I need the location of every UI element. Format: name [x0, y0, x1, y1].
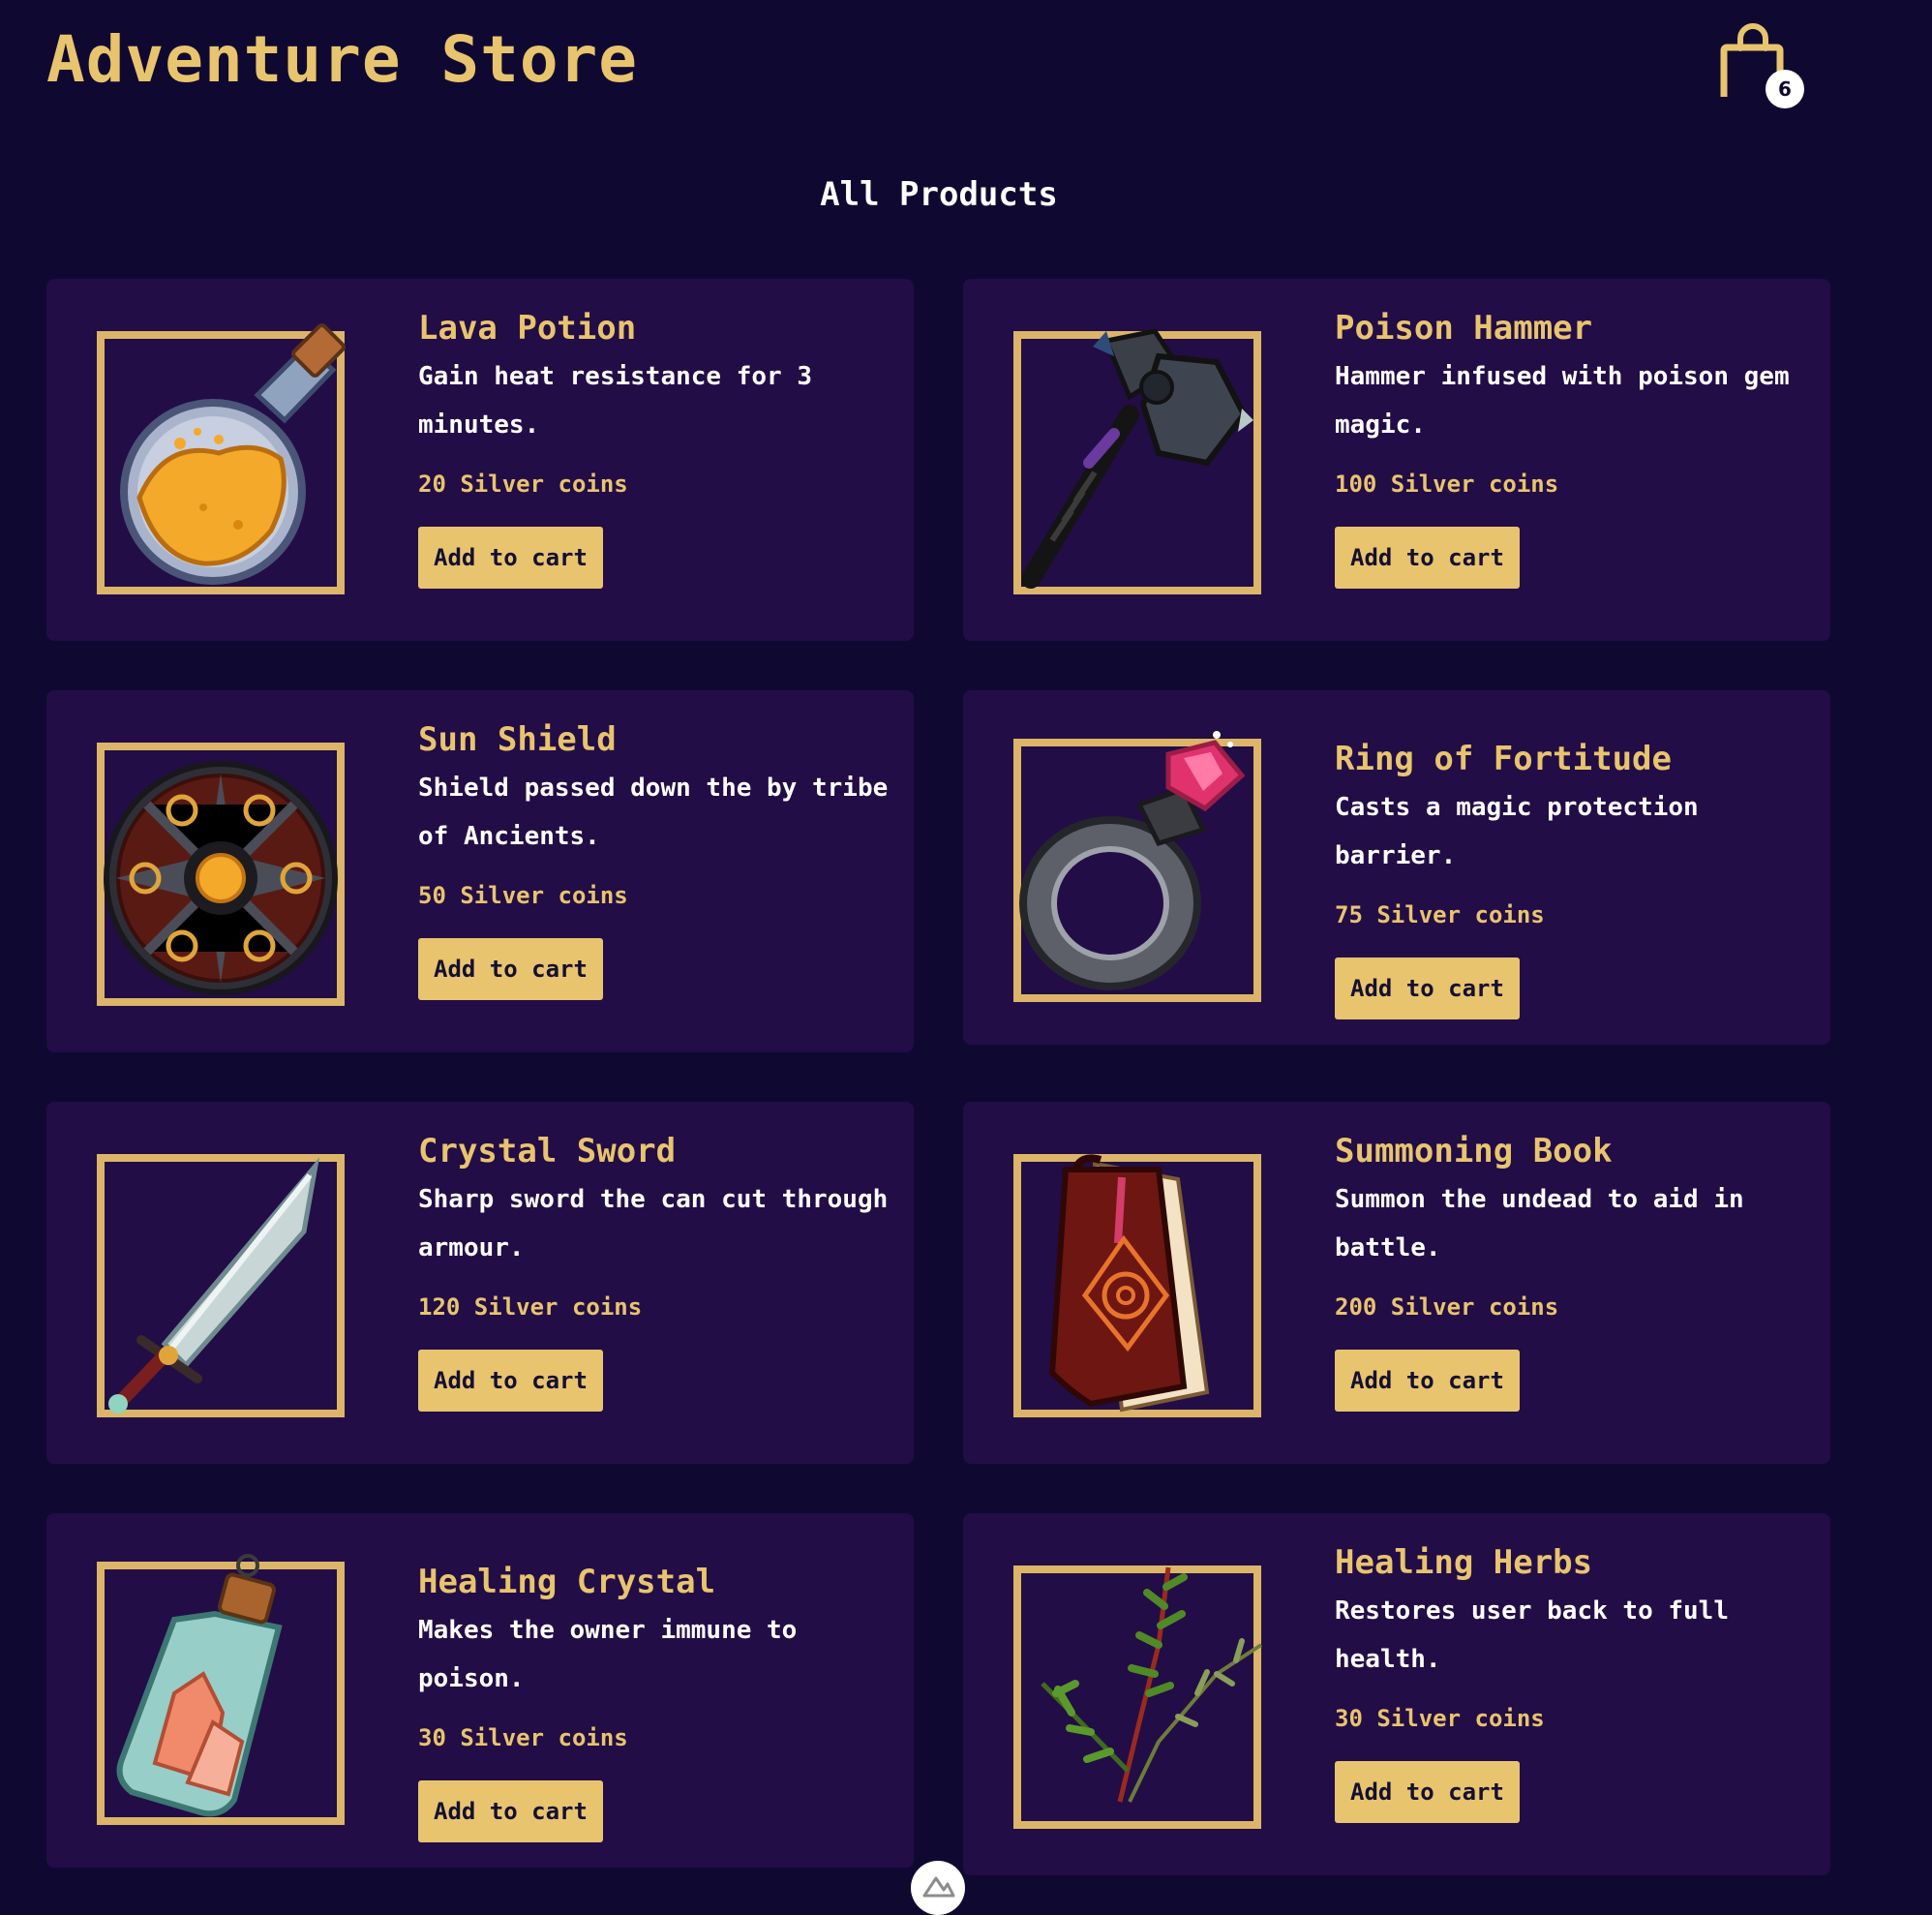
store-title: Adventure Store	[46, 22, 639, 97]
add-to-cart-button[interactable]: Add to cart	[418, 1350, 603, 1412]
summoning-book-icon	[1048, 1154, 1210, 1413]
product-card-poison-hammer: Poison Hammer Hammer infused with poison…	[963, 279, 1830, 641]
product-card-crystal-sword: Crystal Sword Sharp sword the can cut th…	[46, 1102, 914, 1464]
healing-herbs-icon	[1041, 1566, 1263, 1803]
product-card-healing-crystal: Healing Crystal Makes the owner immune t…	[46, 1513, 914, 1868]
product-card-ring-of-fortitude: Ring of Fortitude Casts a magic protecti…	[963, 690, 1830, 1045]
product-price: 20 Silver coins	[418, 471, 628, 498]
product-price: 50 Silver coins	[418, 882, 628, 909]
product-price: 120 Silver coins	[418, 1293, 643, 1321]
add-to-cart-button[interactable]: Add to cart	[1335, 527, 1520, 589]
product-name: Poison Hammer	[1335, 309, 1593, 348]
add-to-cart-button[interactable]: Add to cart	[1335, 1761, 1520, 1823]
lava-potion-icon	[120, 323, 346, 585]
product-card-lava-potion: Lava Potion Gain heat resistance for 3 m…	[46, 279, 914, 641]
floating-action-button[interactable]	[911, 1861, 965, 1915]
product-name: Healing Crystal	[418, 1563, 716, 1601]
healing-crystal-icon	[116, 1554, 283, 1817]
crystal-sword-icon	[108, 1157, 320, 1413]
product-description: Casts a magic protection barrier.	[1335, 793, 1699, 870]
mountain-logo-icon	[922, 1876, 955, 1898]
product-card-summoning-book: Summoning Book Summon the undead to aid …	[963, 1102, 1830, 1464]
add-to-cart-button[interactable]: Add to cart	[418, 938, 603, 1000]
ring-icon	[1019, 731, 1246, 990]
sun-shield-icon	[104, 761, 338, 995]
product-description: Makes the owner immune to poison.	[418, 1616, 798, 1693]
add-to-cart-button[interactable]: Add to cart	[418, 1780, 603, 1842]
add-to-cart-button[interactable]: Add to cart	[418, 527, 603, 589]
product-price: 200 Silver coins	[1335, 1293, 1559, 1321]
cart-count-badge: 6	[1766, 70, 1804, 108]
product-description: Gain heat resistance for 3 minutes.	[418, 362, 812, 440]
add-to-cart-button[interactable]: Add to cart	[1335, 1350, 1520, 1412]
product-name: Crystal Sword	[418, 1132, 677, 1170]
product-card-healing-herbs: Healing Herbs Restores user back to full…	[963, 1513, 1830, 1875]
product-name: Ring of Fortitude	[1335, 740, 1672, 778]
product-description: Summon the undead to aid in battle.	[1335, 1185, 1744, 1262]
product-price: 30 Silver coins	[418, 1724, 628, 1751]
product-description: Sharp sword the can cut through armour.	[418, 1185, 889, 1262]
product-name: Lava Potion	[418, 309, 637, 348]
section-heading: All Products	[820, 175, 1058, 214]
add-to-cart-button[interactable]: Add to cart	[1335, 958, 1520, 1019]
product-name: Summoning Book	[1335, 1132, 1613, 1170]
product-description: Hammer infused with poison gem magic.	[1335, 362, 1790, 440]
product-name: Healing Herbs	[1335, 1543, 1593, 1582]
product-price: 75 Silver coins	[1335, 901, 1545, 928]
product-card-sun-shield: Sun Shield Shield passed down the by tri…	[46, 690, 914, 1052]
product-price: 30 Silver coins	[1335, 1705, 1545, 1732]
product-name: Sun Shield	[418, 720, 617, 759]
product-price: 100 Silver coins	[1335, 471, 1559, 498]
poison-hammer-icon	[1021, 328, 1253, 589]
product-description: Shield passed down the by tribe of Ancie…	[418, 774, 889, 851]
product-description: Restores user back to full health.	[1335, 1596, 1729, 1674]
